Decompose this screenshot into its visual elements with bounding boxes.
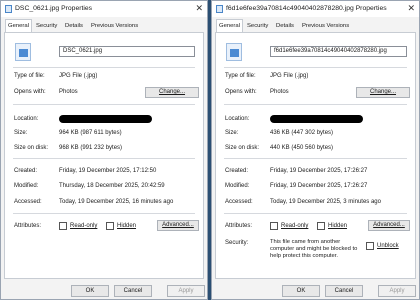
size-value: 436 KB (447 302 bytes) [270,130,334,136]
close-icon[interactable]: ✕ [407,3,415,14]
divider [224,213,407,214]
tab-security[interactable]: Security [34,21,59,31]
opens-with-value: Photos [270,89,289,95]
properties-icon [5,5,12,13]
security-label: Security: [225,240,249,246]
opens-with-label: Opens with: [225,89,257,95]
size-label: Size: [225,130,239,136]
file-name-field[interactable]: f6d1e6fee39a70814c49040402878280.jpg [270,46,407,57]
type-label: Type of file: [14,73,45,79]
file-name-field[interactable]: DSC_0621.jpg [59,46,195,57]
window-title: DSC_0621.jpg Properties [15,5,93,12]
divider [13,213,195,214]
image-file-icon [15,43,31,61]
cancel-button[interactable]: Cancel [325,285,363,297]
image-file-icon [226,43,242,61]
properties-icon [216,5,223,13]
general-panel: f6d1e6fee39a70814c49040402878280.jpg Typ… [215,32,416,279]
divider [13,104,195,105]
modified-value: Thursday, 18 December 2025, 20:42:59 [59,183,165,189]
size-on-disk-label: Size on disk: [225,145,260,151]
divider [13,67,195,68]
properties-window-right: f6d1e6fee39a70814c49040402878280.jpg Pro… [211,0,420,300]
size-on-disk-value: 440 KB (450 560 bytes) [270,145,334,151]
location-label: Location: [14,116,39,122]
attributes-label: Attributes: [14,223,42,229]
size-value: 964 KB (987 611 bytes) [59,130,122,136]
window-title: f6d1e6fee39a70814c49040402878280.jpg Pro… [226,5,387,12]
change-button[interactable]: Change... [356,87,410,98]
type-value: JPG File (.jpg) [59,73,98,79]
redacted-location [270,115,363,123]
hidden-checkbox[interactable] [317,222,325,230]
read-only-checkbox[interactable] [59,222,67,230]
title-bar[interactable]: f6d1e6fee39a70814c49040402878280.jpg Pro… [212,1,419,17]
created-value: Friday, 19 December 2025, 17:26:27 [270,168,368,174]
read-only-checkbox[interactable] [270,222,278,230]
properties-window-left: DSC_0621.jpg Properties ✕ General Securi… [0,0,208,300]
advanced-button[interactable]: Advanced... [157,220,199,231]
cancel-button[interactable]: Cancel [114,285,152,297]
size-on-disk-label: Size on disk: [14,145,49,151]
security-message: This file came from another computer and… [270,239,358,259]
hidden-checkbox[interactable] [106,222,114,230]
read-only-label[interactable]: Read-only [281,223,308,229]
unblock-label[interactable]: Unblock [377,243,399,249]
change-button[interactable]: Change... [145,87,199,98]
title-bar[interactable]: DSC_0621.jpg Properties ✕ [1,1,207,17]
hidden-label[interactable]: Hidden [328,223,347,229]
accessed-label: Accessed: [14,199,42,205]
type-value: JPG File (.jpg) [270,73,309,79]
accessed-label: Accessed: [225,199,253,205]
tab-previous-versions[interactable]: Previous Versions [300,21,351,31]
divider [13,158,195,159]
tab-general[interactable]: General [216,19,243,32]
created-value: Friday, 19 December 2025, 17:12:50 [59,168,157,174]
close-icon[interactable]: ✕ [195,3,203,14]
tab-security[interactable]: Security [245,21,270,31]
apply-button[interactable]: Apply [167,285,205,297]
size-label: Size: [14,130,28,136]
unblock-checkbox[interactable] [366,242,374,250]
size-on-disk-value: 968 KB (991 232 bytes) [59,145,123,151]
ok-button[interactable]: OK [71,285,109,297]
tab-previous-versions[interactable]: Previous Versions [89,21,140,31]
general-panel: DSC_0621.jpg Type of file: JPG File (.jp… [4,32,204,279]
tab-details[interactable]: Details [274,21,296,31]
attributes-label: Attributes: [225,223,253,229]
type-label: Type of file: [225,73,256,79]
divider [224,67,407,68]
opens-with-label: Opens with: [14,89,46,95]
modified-label: Modified: [14,183,39,189]
modified-label: Modified: [225,183,250,189]
created-label: Created: [14,168,38,174]
ok-button[interactable]: OK [282,285,320,297]
hidden-label[interactable]: Hidden [117,223,136,229]
accessed-value: Today, 19 December 2025, 3 minutes ago [270,199,381,205]
tab-general[interactable]: General [5,19,32,32]
divider [224,104,407,105]
tab-details[interactable]: Details [63,21,85,31]
read-only-label[interactable]: Read-only [70,223,97,229]
divider [224,158,407,159]
redacted-location [59,115,152,123]
modified-value: Friday, 19 December 2025, 17:26:27 [270,183,368,189]
opens-with-value: Photos [59,89,78,95]
accessed-value: Today, 19 December 2025, 16 minutes ago [59,199,174,205]
location-label: Location: [225,116,250,122]
apply-button[interactable]: Apply [378,285,416,297]
created-label: Created: [225,168,249,174]
advanced-button[interactable]: Advanced... [368,220,410,231]
